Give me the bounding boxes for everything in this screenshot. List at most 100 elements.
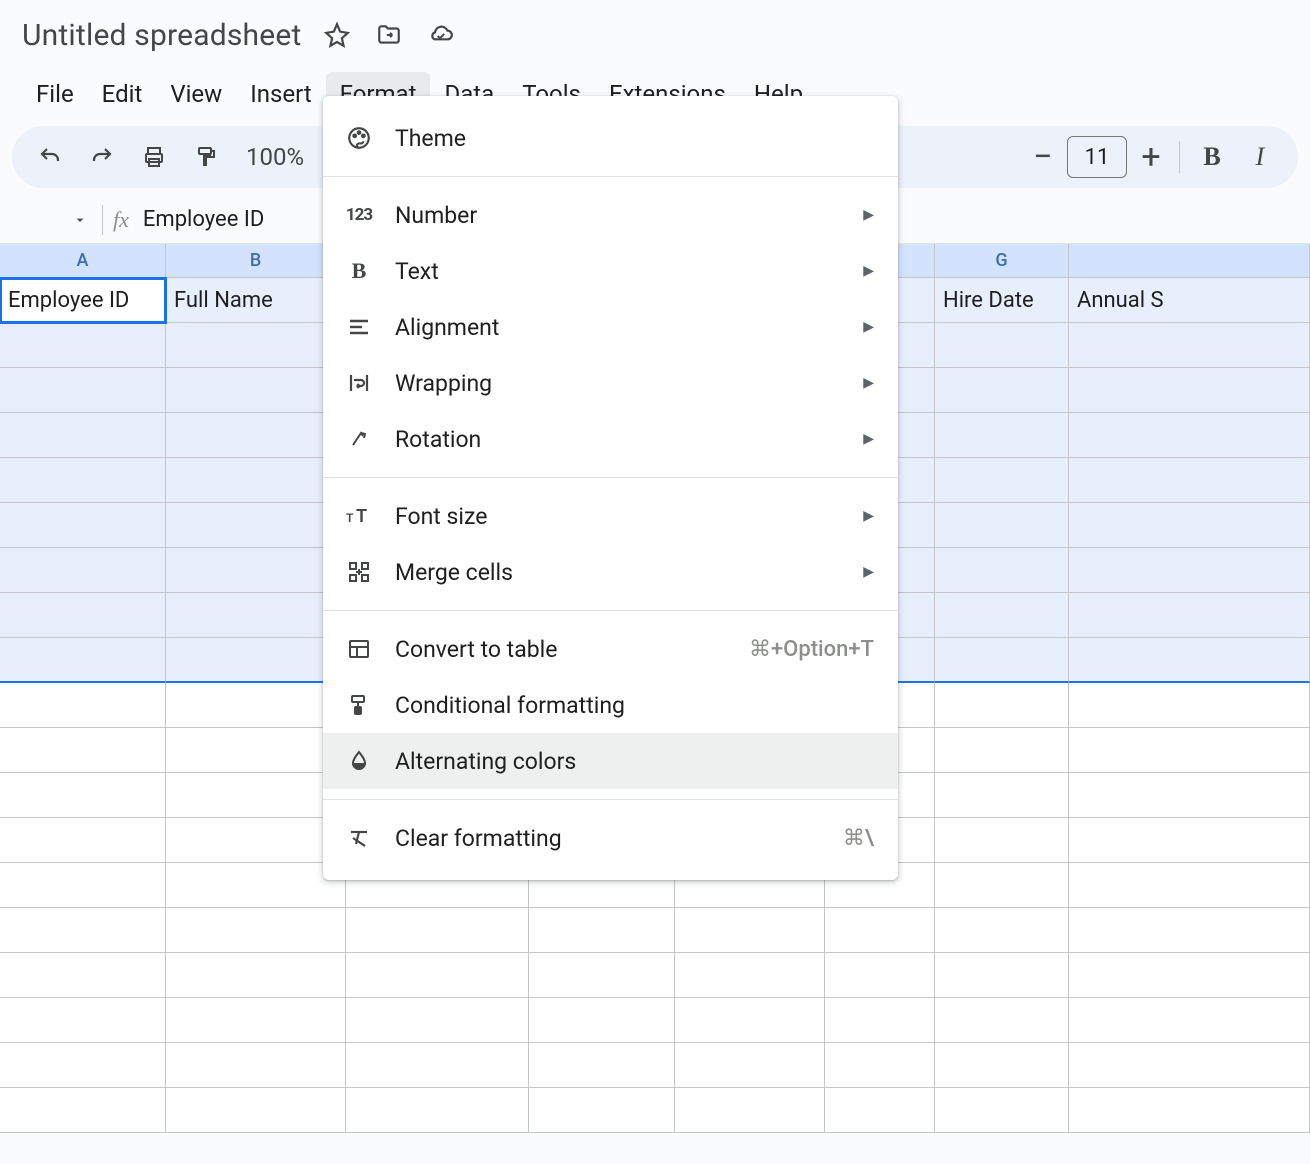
cell[interactable] [935,548,1069,593]
cell[interactable] [0,773,166,818]
column-header[interactable]: B [166,244,346,278]
cell[interactable] [935,818,1069,863]
menu-item-font-size[interactable]: TTFont size▶ [323,488,898,544]
cell[interactable] [825,998,935,1043]
column-header[interactable] [1069,244,1310,278]
cell[interactable]: Full Name [166,278,346,323]
cell[interactable] [1069,728,1310,773]
font-size-increase[interactable]: + [1135,137,1167,177]
cell[interactable] [0,1088,166,1133]
name-box[interactable] [12,212,102,228]
cell[interactable] [0,593,166,638]
cell[interactable] [935,503,1069,548]
print-button[interactable] [134,137,174,177]
cell[interactable] [0,368,166,413]
cell[interactable] [166,413,346,458]
column-header[interactable]: G [935,244,1069,278]
cell[interactable] [675,1088,825,1133]
cell[interactable] [1069,323,1310,368]
cell[interactable] [935,773,1069,818]
italic-button[interactable]: I [1240,137,1280,177]
cell[interactable] [166,593,346,638]
cell[interactable] [935,998,1069,1043]
cell[interactable] [1069,1043,1310,1088]
cell[interactable] [0,323,166,368]
menu-item-rotation[interactable]: Rotation▶ [323,411,898,467]
cell[interactable] [935,908,1069,953]
cell[interactable] [1069,368,1310,413]
cell[interactable] [346,998,529,1043]
cell[interactable] [0,1043,166,1088]
cell[interactable] [346,1043,529,1088]
menu-item-alignment[interactable]: Alignment▶ [323,299,898,355]
cell[interactable] [1069,458,1310,503]
menu-item-wrapping[interactable]: Wrapping▶ [323,355,898,411]
cell[interactable] [346,953,529,998]
cell[interactable] [1069,683,1310,728]
cell[interactable] [935,953,1069,998]
cell[interactable] [0,818,166,863]
menu-view[interactable]: View [156,72,236,116]
cell[interactable] [935,413,1069,458]
cell[interactable] [166,1043,346,1088]
cell[interactable] [0,638,166,683]
redo-button[interactable] [82,137,122,177]
cell[interactable] [1069,638,1310,683]
cell[interactable] [1069,953,1310,998]
menu-item-clear-formatting[interactable]: Clear formatting⌘\ [323,810,898,866]
move-folder-icon[interactable] [376,22,402,48]
cell[interactable] [166,638,346,683]
paint-format-button[interactable] [186,137,226,177]
cell[interactable] [346,1088,529,1133]
cell[interactable] [166,548,346,593]
menu-item-number[interactable]: 123Number▶ [323,187,898,243]
menu-item-text[interactable]: BText▶ [323,243,898,299]
cell[interactable] [529,1043,675,1088]
cell[interactable] [1069,413,1310,458]
cell[interactable] [0,908,166,953]
menu-item-alternating-colors[interactable]: Alternating colors [323,733,898,789]
cell[interactable] [166,773,346,818]
star-icon[interactable] [324,22,350,48]
cell[interactable] [1069,818,1310,863]
cell[interactable] [935,863,1069,908]
cell[interactable] [1069,503,1310,548]
menu-file[interactable]: File [22,72,88,116]
menu-edit[interactable]: Edit [88,72,157,116]
cell[interactable] [529,908,675,953]
cell[interactable] [1069,548,1310,593]
cell[interactable] [0,503,166,548]
cell[interactable] [166,998,346,1043]
undo-button[interactable] [30,137,70,177]
cell[interactable] [935,593,1069,638]
cell[interactable] [0,548,166,593]
cell[interactable] [675,1043,825,1088]
cell[interactable] [166,728,346,773]
cell[interactable] [1069,998,1310,1043]
cell[interactable] [0,413,166,458]
cell[interactable] [529,998,675,1043]
cell[interactable] [675,998,825,1043]
cell[interactable] [1069,593,1310,638]
cell[interactable] [0,953,166,998]
cell[interactable] [935,1088,1069,1133]
cell[interactable]: Employee ID [0,278,166,323]
cell[interactable] [0,998,166,1043]
cell[interactable] [166,818,346,863]
font-size-input[interactable]: 11 [1067,136,1127,178]
cell[interactable] [825,908,935,953]
cell[interactable] [1069,1088,1310,1133]
document-title[interactable]: Untitled spreadsheet [22,18,302,53]
cell[interactable] [825,953,935,998]
menu-item-convert-to-table[interactable]: Convert to table⌘+Option+T [323,621,898,677]
cell[interactable] [0,728,166,773]
cell[interactable] [675,908,825,953]
menu-item-merge-cells[interactable]: Merge cells▶ [323,544,898,600]
menu-insert[interactable]: Insert [236,72,325,116]
menu-item-conditional-formatting[interactable]: Conditional formatting [323,677,898,733]
cell[interactable] [1069,908,1310,953]
bold-button[interactable]: B [1192,137,1232,177]
cell[interactable] [166,503,346,548]
cell[interactable] [166,908,346,953]
cell[interactable] [166,683,346,728]
